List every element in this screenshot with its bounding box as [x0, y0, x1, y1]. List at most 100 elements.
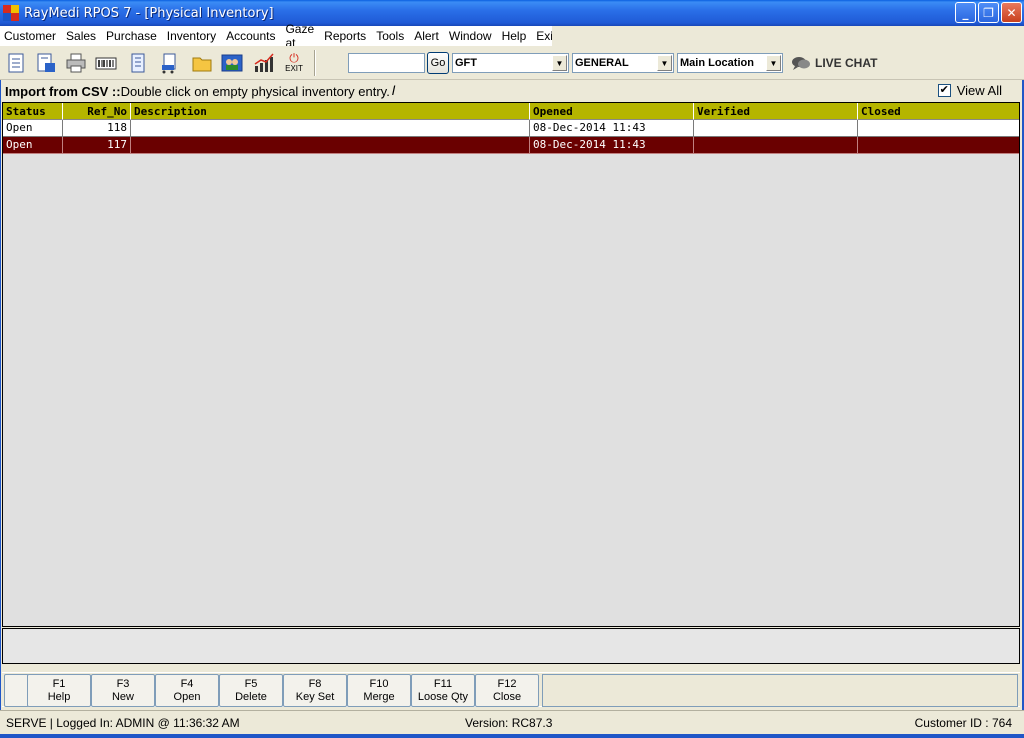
- detail-panel: [2, 628, 1020, 664]
- live-chat-button[interactable]: LIVE CHAT: [791, 53, 877, 73]
- go-button[interactable]: Go: [427, 52, 449, 74]
- fkey-key: F11: [433, 678, 453, 690]
- f4-open-button[interactable]: F4 Open: [155, 674, 219, 707]
- fkey-label: New: [111, 691, 134, 703]
- version-label: Version: RC87.3: [465, 716, 553, 730]
- function-key-bar: F1 Help F3 New F4 Open F5 Delete F8 Key …: [2, 672, 1020, 707]
- cell-ref-no: 117: [63, 137, 131, 154]
- cell-verified: [694, 120, 858, 137]
- users-icon[interactable]: [220, 51, 244, 75]
- fkey-blank-button[interactable]: [4, 674, 29, 707]
- menu-reports[interactable]: Reports: [320, 29, 372, 43]
- fkey-key: F8: [308, 678, 322, 690]
- title-bar[interactable]: RayMedi RPOS 7 - [Physical Inventory] _ …: [0, 0, 1024, 26]
- live-chat-label: LIVE CHAT: [815, 56, 878, 70]
- text-cursor-icon: 𝐼: [391, 83, 396, 98]
- cart-document-icon[interactable]: [158, 51, 182, 75]
- customer-id: Customer ID : 764: [914, 716, 1012, 730]
- barcode-icon[interactable]: [94, 51, 118, 75]
- fkey-key: F12: [497, 678, 517, 690]
- f12-close-button[interactable]: F12 Close: [475, 674, 539, 707]
- login-status: SERVE | Logged In: ADMIN @ 11:36:32 AM: [6, 716, 240, 730]
- fkey-filler: [542, 674, 1018, 707]
- exit-label: EXIT: [285, 64, 303, 73]
- exit-icon[interactable]: ⏻ EXIT: [282, 51, 306, 75]
- f10-merge-button[interactable]: F10 Merge: [347, 674, 411, 707]
- status-bar: SERVE | Logged In: ADMIN @ 11:36:32 AM V…: [0, 710, 1024, 734]
- cell-ref-no: 118: [63, 120, 131, 137]
- fkey-key: F5: [244, 678, 258, 690]
- column-header-status[interactable]: Status: [3, 103, 63, 120]
- checkbox-check-icon[interactable]: ✔: [937, 84, 951, 97]
- dropdown-arrow-icon[interactable]: ▼: [766, 55, 781, 71]
- group-combo-value: GENERAL: [575, 57, 629, 69]
- cell-status: Open: [3, 137, 63, 154]
- f3-new-button[interactable]: F3 New: [91, 674, 155, 707]
- restore-button[interactable]: ❐: [978, 2, 999, 23]
- fkey-key: F1: [52, 678, 66, 690]
- inventory-grid[interactable]: Status Ref_No Description Opened Verifie…: [2, 102, 1020, 627]
- cell-opened: 08-Dec-2014 11:43: [530, 137, 694, 154]
- fkey-label: Help: [47, 691, 71, 703]
- fkey-label: Close: [492, 691, 522, 703]
- category-combo-value: GFT: [455, 57, 477, 69]
- category-combo[interactable]: GFT ▼: [452, 53, 569, 73]
- fkey-key: F10: [369, 678, 389, 690]
- menu-inventory[interactable]: Inventory: [163, 29, 222, 43]
- import-csv-label: Import from CSV ::: [5, 83, 121, 99]
- menu-sales[interactable]: Sales: [62, 29, 102, 43]
- fkey-key: F4: [180, 678, 194, 690]
- import-info: Import from CSV :: Double click on empty…: [0, 80, 1024, 102]
- fkey-key: F3: [116, 678, 130, 690]
- minimize-button[interactable]: _: [955, 2, 976, 23]
- column-header-opened[interactable]: Opened: [530, 103, 694, 120]
- menu-window[interactable]: Window: [445, 29, 498, 43]
- column-header-ref-no[interactable]: Ref_No: [63, 103, 131, 120]
- location-combo-value: Main Location: [680, 57, 754, 69]
- column-header-verified[interactable]: Verified: [694, 103, 858, 120]
- folder-icon[interactable]: [190, 51, 214, 75]
- chart-icon[interactable]: [252, 51, 276, 75]
- cell-description: [131, 120, 530, 137]
- import-csv-hint: Double click on empty physical inventory…: [120, 83, 390, 99]
- app-icon: [2, 4, 20, 22]
- fkey-label: Key Set: [295, 691, 335, 703]
- menu-customer[interactable]: Customer: [0, 29, 62, 43]
- menu-accounts[interactable]: Accounts: [222, 29, 281, 43]
- cell-opened: 08-Dec-2014 11:43: [530, 120, 694, 137]
- chat-bubble-icon: [792, 57, 810, 70]
- fkey-label: Open: [173, 691, 201, 703]
- f11-loose-qty-button[interactable]: F11 Loose Qty: [411, 674, 475, 707]
- dropdown-arrow-icon[interactable]: ▼: [657, 55, 672, 71]
- f8-key-set-button[interactable]: F8 Key Set: [283, 674, 347, 707]
- menu-bar: Customer Sales Purchase Inventory Accoun…: [0, 22, 556, 50]
- cell-verified: [694, 137, 858, 154]
- dropdown-arrow-icon[interactable]: ▼: [552, 55, 567, 71]
- table-row-selected[interactable]: Open 117 08-Dec-2014 11:43: [3, 137, 1019, 154]
- location-combo[interactable]: Main Location ▼: [677, 53, 783, 73]
- edit-document-icon[interactable]: [34, 51, 58, 75]
- window-title: RayMedi RPOS 7 - [Physical Inventory]: [24, 5, 274, 21]
- menu-purchase[interactable]: Purchase: [102, 29, 163, 43]
- report-icon[interactable]: [126, 51, 150, 75]
- fkey-label: Loose Qty: [417, 691, 469, 703]
- fkey-label: Delete: [235, 691, 267, 703]
- close-button[interactable]: ✕: [1001, 2, 1022, 23]
- print-icon[interactable]: [64, 51, 88, 75]
- menu-tools[interactable]: Tools: [372, 29, 410, 43]
- cell-closed: [858, 120, 1019, 137]
- search-input[interactable]: [348, 53, 425, 73]
- cell-closed: [858, 137, 1019, 154]
- view-all-checkbox[interactable]: ✔ View All: [937, 83, 1002, 98]
- column-header-description[interactable]: Description: [131, 103, 530, 120]
- new-document-icon[interactable]: [4, 51, 28, 75]
- menu-alert[interactable]: Alert: [410, 29, 445, 43]
- table-row[interactable]: Open 118 08-Dec-2014 11:43: [3, 120, 1019, 137]
- group-combo[interactable]: GENERAL ▼: [572, 53, 674, 73]
- f1-help-button[interactable]: F1 Help: [27, 674, 91, 707]
- view-all-label: View All: [956, 83, 1002, 98]
- column-header-closed[interactable]: Closed: [858, 103, 1019, 120]
- f5-delete-button[interactable]: F5 Delete: [219, 674, 283, 707]
- cell-description: [131, 137, 530, 154]
- menu-help[interactable]: Help: [498, 29, 533, 43]
